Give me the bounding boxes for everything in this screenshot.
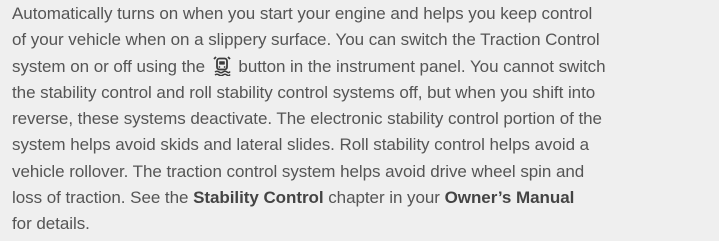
line-2: of your vehicle when on a slippery surfa… (12, 30, 600, 50)
owners-manual-reference: Owner’s Manual (444, 188, 575, 208)
line-8: loss of traction. See the Stability Cont… (12, 185, 711, 211)
line-6: system helps avoid skids and lateral sli… (12, 135, 590, 155)
line-3-before-icon: system on or off using the (12, 56, 206, 76)
line-9: for details. (12, 214, 90, 234)
line-3: system on or off using the button in the… (12, 54, 711, 80)
line-4: the stability control and roll stability… (12, 82, 596, 102)
line-1: Automatically turns on when you start yo… (12, 4, 593, 23)
content-page: Automatically turns on when you start yo… (0, 0, 719, 241)
line-3-after-icon: button in the instrument panel. You cann… (238, 56, 606, 76)
line-5: reverse, these systems deactivate. The e… (12, 109, 602, 129)
line-8-before-bold: loss of traction. See the (12, 188, 189, 208)
stability-control-chapter-reference: Stability Control (193, 188, 324, 208)
traction-control-icon (212, 55, 232, 77)
line-7: vehicle rollover. The traction control s… (12, 161, 585, 181)
line-8-middle: chapter in your (328, 188, 440, 208)
body-paragraph: Automatically turns on when you start yo… (12, 1, 711, 238)
